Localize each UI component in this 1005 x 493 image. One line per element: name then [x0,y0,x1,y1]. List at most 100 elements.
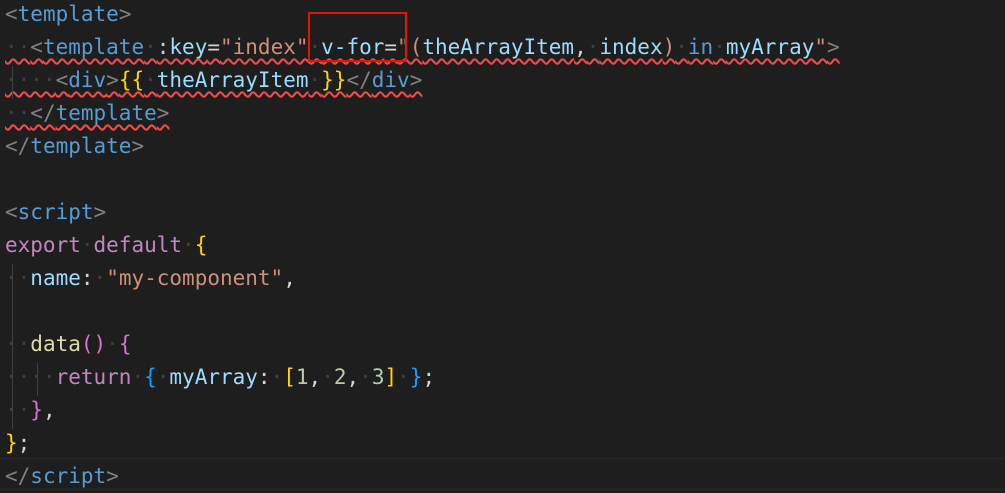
code-token: = [384,35,398,59]
whitespace-marker: · [308,68,322,92]
code-token: index [599,35,663,59]
code-token: ] [384,365,398,389]
code-token: ; [17,431,31,455]
code-line: export·default·{ [5,229,207,262]
code-line: ··name:·"my-component", [5,262,296,295]
whitespace-marker: · [586,35,600,59]
code-line: ····<div>{{·theArrayItem·}}</div> [5,64,422,97]
code-token: template [30,134,132,158]
code-token: :key [156,35,208,59]
whitespace-marker: · [321,365,334,389]
whitespace-marker: · [144,35,157,59]
code-token: v-for [321,35,385,59]
code-token: name [30,266,81,290]
code-token: theArrayItem [422,35,575,59]
code-token: default [93,233,183,257]
code-token: > [106,68,119,92]
code-token: > [156,101,170,125]
code-token: < [5,2,18,26]
indent-guide [12,264,13,429]
code-token: template [42,35,145,59]
code-line: ··data()·{ [5,328,131,361]
whitespace-marker: ·· [5,332,31,356]
code-token: , [42,398,56,422]
whitespace-marker: · [713,35,726,59]
code-token: script [17,200,94,224]
code-token: return [55,365,132,389]
code-token: myArray [725,35,815,59]
code-token: , [574,35,587,59]
code-token: 1 [295,365,309,389]
code-line: ··</template> [5,97,169,130]
code-token: { [144,365,157,389]
whitespace-marker: · [675,35,688,59]
code-token: } [409,365,423,389]
code-token: () [80,332,107,356]
code-token: {{ [118,68,145,92]
whitespace-marker: · [156,365,170,389]
code-line: }; [5,427,30,460]
whitespace-marker: ·· [5,101,31,125]
code-token: div [68,68,107,92]
code-line: </template> [5,130,144,163]
whitespace-marker: · [270,365,284,389]
whitespace-marker: · [144,68,157,92]
code-line: <template> [5,0,131,31]
code-token: , [308,365,322,389]
current-line-highlight [0,458,1005,490]
code-token: div [371,68,410,92]
code-token: theArrayItem [156,68,309,92]
code-token: export [5,233,81,257]
code-token: ) [662,35,676,59]
whitespace-marker: · [182,233,195,257]
code-token: 3 [371,365,385,389]
code-token: > [118,2,132,26]
whitespace-marker: · [308,35,322,59]
code-token: } [30,398,43,422]
code-token: { [118,332,132,356]
code-token: > [93,200,107,224]
code-token: ; [422,365,436,389]
whitespace-marker: · [93,266,107,290]
code-line: <script> [5,196,106,229]
code-token: : [257,365,271,389]
code-token: 2 [333,365,347,389]
whitespace-marker: · [359,365,372,389]
code-token: template [55,101,157,125]
code-line: ··<template·:key="index"·v-for="(theArra… [5,31,840,64]
whitespace-marker: · [131,365,145,389]
whitespace-marker: ·· [5,35,31,59]
code-token: , [283,266,296,290]
code-editor[interactable]: <template> ··<template·:key="index"·v-for… [0,0,1005,490]
code-token: in [687,35,714,59]
code-token: "index" [220,35,309,59]
code-token: template [17,2,119,26]
code-token: }} [321,68,347,92]
code-token: </ [30,101,56,125]
whitespace-marker: ·· [5,266,31,290]
whitespace-marker: · [397,365,410,389]
code-token: " [814,35,828,59]
code-token: myArray [169,365,258,389]
code-token: } [5,431,18,455]
code-token: [ [283,365,296,389]
code-token: > [827,35,840,59]
code-token: > [409,68,423,92]
indent-guide [12,66,13,99]
code-token: : [80,266,94,290]
code-token: < [30,35,43,59]
code-token: "my-component" [106,266,284,290]
code-line: ····return·{·myArray:·[1,·2,·3]·}; [5,361,435,394]
code-token: { [194,233,208,257]
code-token: > [131,134,145,158]
code-token: "( [397,35,423,59]
code-token: < [55,68,69,92]
code-token: < [5,200,18,224]
whitespace-marker: · [80,233,94,257]
code-token: = [207,35,220,59]
whitespace-marker: ·· [5,398,31,422]
indent-guide [37,363,38,396]
code-token: , [346,365,360,389]
code-token: </ [5,134,31,158]
code-token: </ [346,68,372,92]
